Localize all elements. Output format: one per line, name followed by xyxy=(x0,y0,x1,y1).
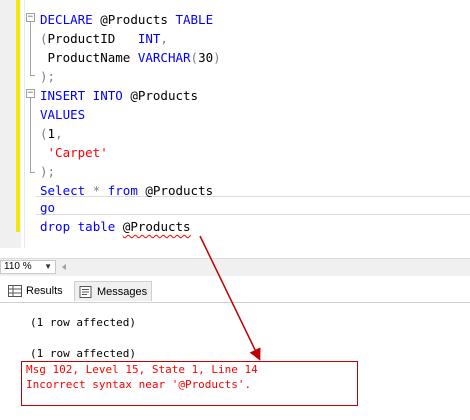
code-token: TABLE xyxy=(175,12,214,27)
code-token: @Products xyxy=(92,12,176,27)
code-token: ) xyxy=(213,50,221,65)
editor-status-bar: 110 % ▼ xyxy=(0,258,470,276)
code-token: ( xyxy=(40,126,48,141)
code-token: @Products xyxy=(122,88,199,103)
zoom-value: 110 % xyxy=(4,261,32,272)
code-token: DECLARE xyxy=(40,12,93,27)
code-token: , xyxy=(55,126,63,141)
code-line[interactable]: (1, xyxy=(40,124,63,143)
outline-line xyxy=(30,22,31,75)
error-message-header: Msg 102, Level 15, State 1, Line 14 xyxy=(26,363,258,376)
code-line[interactable]: ); xyxy=(40,162,55,181)
code-line[interactable]: ProductName VARCHAR(30) xyxy=(40,48,221,67)
code-token: ); xyxy=(40,69,56,84)
code-line[interactable]: 'Carpet' xyxy=(40,143,108,162)
code-line[interactable]: DECLARE @Products TABLE xyxy=(40,10,213,29)
tab-messages-label: Messages xyxy=(97,286,148,298)
outline-line xyxy=(30,98,31,172)
code-token: , xyxy=(160,31,168,46)
code-token: 1 xyxy=(47,126,56,141)
code-token: VARCHAR xyxy=(137,50,191,65)
code-token: table xyxy=(77,219,116,234)
code-token: go xyxy=(40,200,56,215)
code-token: drop xyxy=(40,219,71,234)
code-line[interactable]: ); xyxy=(40,67,55,86)
tab-results-label: Results xyxy=(26,285,63,297)
tab-messages[interactable]: Messages xyxy=(74,281,152,301)
code-token: ( xyxy=(190,50,199,65)
messages-icon xyxy=(79,286,92,299)
outline-end xyxy=(30,172,35,173)
code-token: INSERT INTO xyxy=(40,88,123,103)
outline-end xyxy=(30,75,35,76)
grid-icon xyxy=(8,285,22,298)
error-message-text: Incorrect syntax near '@Products'. xyxy=(26,378,252,391)
outline-margin xyxy=(21,0,25,248)
code-token: 30 xyxy=(198,50,214,65)
code-token: @Products xyxy=(137,183,214,198)
code-line[interactable]: (ProductID INT, xyxy=(40,29,168,48)
code-token: ProductID xyxy=(47,31,138,46)
message-row-affected-2: (1 row affected) xyxy=(30,347,136,360)
code-token: VALUES xyxy=(40,107,86,122)
code-line[interactable]: go xyxy=(40,198,55,217)
query-editor[interactable]: − − DECLARE @Products TABLE (ProductID IN… xyxy=(0,0,470,258)
code-token: ); xyxy=(40,164,56,179)
tab-results[interactable]: Results xyxy=(4,281,70,301)
code-token: ( xyxy=(40,31,48,46)
zoom-select[interactable]: 110 % ▼ xyxy=(0,260,56,274)
code-line[interactable]: drop table @Products xyxy=(40,217,191,236)
results-tabbar: Results Messages xyxy=(0,278,470,303)
code-token: from xyxy=(107,183,138,198)
collapse-icon[interactable]: − xyxy=(26,89,35,98)
code-line[interactable]: VALUES xyxy=(40,105,85,124)
code-token: Select xyxy=(40,183,86,198)
collapse-icon[interactable]: − xyxy=(26,13,35,22)
code-token: 'Carpet' xyxy=(40,145,108,160)
message-row-affected-1: (1 row affected) xyxy=(30,316,136,329)
horizontal-scrollbar[interactable] xyxy=(60,263,460,271)
change-tracking-bar xyxy=(16,0,20,232)
code-token: INT xyxy=(137,31,161,46)
code-token: ProductName xyxy=(40,50,138,65)
code-line[interactable]: INSERT INTO @Products xyxy=(40,86,198,105)
code-line[interactable]: Select * from @Products xyxy=(40,181,213,200)
scroll-left-icon xyxy=(62,264,66,270)
chevron-down-icon: ▼ xyxy=(44,262,52,271)
code-token: @Products xyxy=(122,219,191,234)
